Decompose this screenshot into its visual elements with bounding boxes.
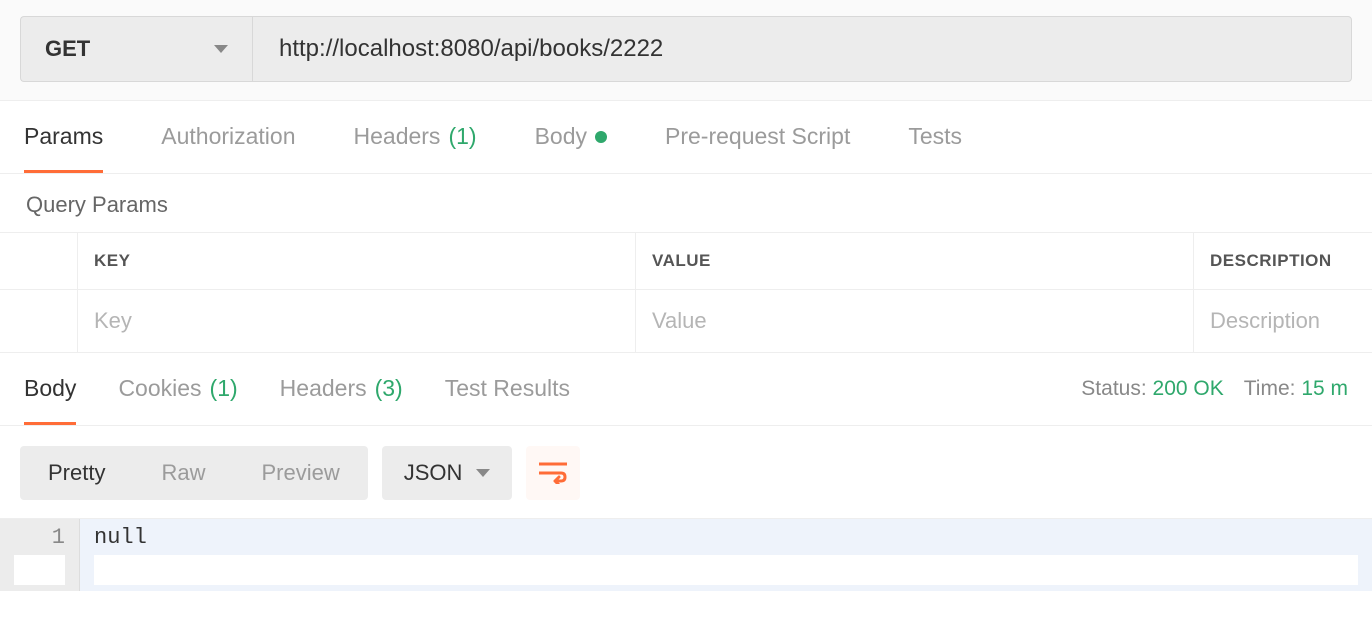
time-value: 15 m: [1301, 377, 1348, 400]
body-dot-icon: [595, 131, 607, 143]
chevron-down-icon: [214, 45, 228, 53]
time-label: Time:: [1244, 377, 1296, 400]
chevron-down-icon: [476, 469, 490, 477]
response-code-area: 1 null: [0, 518, 1372, 591]
cookies-count: (1): [210, 375, 238, 402]
request-bar: GET: [0, 0, 1372, 101]
tab-label: Params: [24, 123, 103, 150]
time-item: Time: 15 m: [1244, 377, 1348, 401]
rtab-testresults[interactable]: Test Results: [445, 353, 570, 425]
rtab-headers[interactable]: Headers (3): [280, 353, 403, 425]
tab-authorization[interactable]: Authorization: [161, 101, 295, 173]
rtab-label: Test Results: [445, 375, 570, 402]
rtab-label: Cookies: [118, 375, 201, 402]
col-header-key: KEY: [78, 233, 636, 289]
status-label: Status:: [1081, 377, 1146, 400]
col-header-value: VALUE: [636, 233, 1194, 289]
code-line-empty: [94, 555, 1358, 585]
tab-body[interactable]: Body: [535, 101, 607, 173]
preview-button[interactable]: Preview: [233, 446, 367, 500]
drag-handle-col: [0, 233, 78, 289]
code-gutter: 1: [0, 519, 80, 591]
format-select[interactable]: JSON: [382, 446, 513, 500]
tab-prerequest[interactable]: Pre-request Script: [665, 101, 850, 173]
response-tabs: Body Cookies (1) Headers (3) Test Results: [24, 353, 570, 425]
rtab-label: Body: [24, 375, 76, 402]
tab-tests[interactable]: Tests: [908, 101, 962, 173]
tab-label: Tests: [908, 123, 962, 150]
param-value-input[interactable]: [652, 308, 1177, 334]
status-item: Status: 200 OK: [1081, 377, 1223, 401]
format-label: JSON: [404, 460, 463, 486]
tab-label: Authorization: [161, 123, 295, 150]
response-tabs-row: Body Cookies(1) Headers(3) Test Results …: [0, 353, 1372, 426]
rtab-body[interactable]: Body: [24, 353, 76, 425]
tab-label: Headers: [354, 123, 441, 150]
code-line: null: [94, 525, 1358, 555]
params-table: KEY VALUE DESCRIPTION: [0, 233, 1372, 353]
rtab-label: Headers: [280, 375, 367, 402]
rtab-cookies[interactable]: Cookies (1): [118, 353, 237, 425]
tab-label: Pre-request Script: [665, 123, 850, 150]
headers-count: (1): [448, 123, 476, 150]
request-tabs: Params Authorization Headers (1) Body Pre…: [0, 101, 1372, 174]
drag-handle[interactable]: [0, 290, 78, 352]
line-number-empty: [14, 555, 65, 585]
status-value: 200 OK: [1153, 377, 1224, 400]
wrap-icon: [539, 462, 567, 484]
view-mode-group: Pretty Raw Preview: [20, 446, 368, 500]
col-header-desc: DESCRIPTION: [1194, 233, 1372, 289]
param-key-input[interactable]: [94, 308, 619, 334]
method-text: GET: [45, 36, 90, 62]
query-params-title: Query Params: [0, 174, 1372, 233]
param-desc-input[interactable]: [1210, 308, 1356, 334]
params-table-head: KEY VALUE DESCRIPTION: [0, 233, 1372, 290]
body-toolbar: Pretty Raw Preview JSON: [0, 426, 1372, 518]
code-content[interactable]: null: [80, 519, 1372, 591]
method-select[interactable]: GET: [20, 16, 252, 82]
pretty-button[interactable]: Pretty: [20, 446, 133, 500]
line-number: 1: [14, 525, 65, 555]
status-block: Status: 200 OK Time: 15 m: [1081, 377, 1348, 401]
url-input[interactable]: [252, 16, 1352, 82]
wrap-lines-button[interactable]: [526, 446, 580, 500]
params-table-row: [0, 290, 1372, 353]
tab-params[interactable]: Params: [24, 101, 103, 173]
response-headers-count: (3): [375, 375, 403, 402]
raw-button[interactable]: Raw: [133, 446, 233, 500]
tab-headers[interactable]: Headers (1): [354, 101, 477, 173]
tab-label: Body: [535, 123, 587, 150]
